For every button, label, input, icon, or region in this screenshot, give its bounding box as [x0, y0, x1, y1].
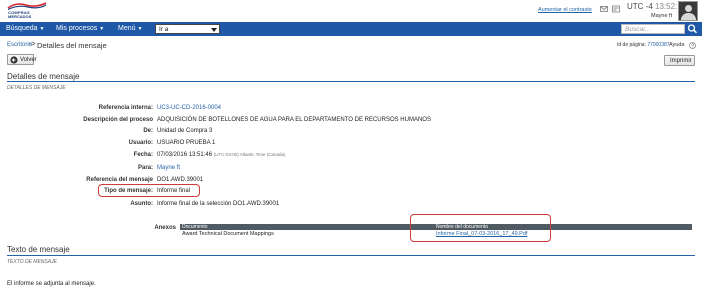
- details-section-subtitle: DETALLES DE MENSAJE: [7, 85, 66, 91]
- avatar-head-shape: [685, 5, 692, 12]
- nav-item-label: Mis procesos: [56, 25, 98, 32]
- date-value: 07/03/2016 13:51:46: [157, 152, 213, 158]
- details-section-title: Detalles de mensaje: [7, 72, 80, 81]
- mail-icon[interactable]: [600, 6, 608, 12]
- attachments-label: Anexos: [154, 225, 176, 231]
- top-header: COMPRAS MERCADOS Aumentar el contraste U…: [0, 0, 702, 22]
- svg-text:?: ?: [691, 43, 694, 49]
- nav-busqueda[interactable]: Búsqueda ▼: [6, 25, 44, 32]
- field-label-date: Fecha:: [133, 152, 153, 158]
- details-divider: [7, 81, 695, 82]
- date-timezone-note: (UTC-04:00) Atlantic Time (Canada): [213, 152, 286, 157]
- search-icon: [687, 24, 698, 34]
- contrast-link[interactable]: Aumentar el contraste: [538, 7, 592, 13]
- field-label-message-ref: Referencia del mensaje: [86, 177, 153, 183]
- field-label-to: Para:: [137, 165, 153, 171]
- field-value-from: Unidad de Compra 3: [157, 128, 213, 134]
- avatar[interactable]: [678, 1, 698, 21]
- print-button[interactable]: Imprimir: [664, 55, 695, 66]
- back-button[interactable]: Volver: [7, 54, 37, 65]
- field-value-date: 07/03/2016 13:51:46 (UTC-04:00) Atlantic…: [157, 152, 286, 158]
- field-value-user: USUARIO PRUEBA 1: [157, 140, 216, 146]
- highlight-message-type: [98, 184, 200, 197]
- logo-subtext: MERCADOS: [8, 14, 32, 19]
- notification-icon[interactable]: [612, 5, 620, 13]
- nav-mis-procesos[interactable]: Mis procesos ▼: [56, 25, 104, 32]
- nav-menu[interactable]: Menú ▼: [118, 25, 142, 32]
- attachment-document: Award Technical Document Mappings: [182, 231, 274, 237]
- field-value-subject: Informe final de la selección DO1.AWD.39…: [157, 201, 280, 207]
- field-label-user: Usuario:: [128, 140, 153, 146]
- message-body: El informe se adjunta al mensaje.: [7, 281, 96, 287]
- message-divider: [7, 255, 695, 256]
- goto-value: Ir a: [159, 26, 169, 33]
- avatar-body-shape: [681, 13, 696, 20]
- nav-item-label: Búsqueda: [6, 25, 38, 32]
- message-section-title: Texto de mensaje: [7, 245, 70, 254]
- print-button-label: Imprimir: [670, 58, 692, 64]
- field-value-internal-ref[interactable]: UC3-UC-CD-2016-0004: [157, 105, 221, 111]
- help-link[interactable]: Ayuda: [669, 42, 685, 48]
- message-section-subtitle: TEXTO DE MENSAJE: [7, 259, 57, 265]
- chevron-down-icon: ▼: [39, 26, 45, 32]
- logo-mark-icon: [7, 2, 47, 10]
- timezone-label: UTC -4: [627, 2, 653, 11]
- field-value-message-ref: DO1.AWD.39001: [157, 177, 204, 183]
- field-value-to[interactable]: Mayne ft: [157, 165, 180, 171]
- logo[interactable]: COMPRAS MERCADOS: [6, 2, 48, 19]
- user-name[interactable]: Mayne ft: [651, 13, 672, 19]
- field-label-subject: Asunto:: [130, 201, 153, 207]
- attachments-header-document: Documento: [182, 224, 208, 230]
- page-title: Detalles del mensaje: [37, 41, 107, 50]
- search-placeholder: Buscar...: [625, 26, 651, 33]
- page-id-value[interactable]: 77000387: [647, 42, 669, 48]
- arrow-left-icon: [10, 56, 18, 64]
- highlight-attachment-name: [410, 214, 551, 242]
- dropdown-arrow-icon: [211, 28, 217, 32]
- breadcrumb-separator: ->: [29, 41, 36, 48]
- chevron-down-icon: ▼: [99, 26, 105, 32]
- help-icon[interactable]: ?: [689, 42, 696, 49]
- main-nav: Búsqueda ▼ Mis procesos ▼ Menú ▼ Ir a Busca…: [0, 22, 702, 36]
- page-id-label: Id de página:: [617, 42, 646, 48]
- field-label-internal-ref: Referencia interna:: [98, 105, 153, 111]
- page-id: Id de página: 77000387: [617, 42, 670, 48]
- nav-item-label: Menú: [118, 25, 136, 32]
- chevron-down-icon: ▼: [137, 26, 143, 32]
- search-input[interactable]: Buscar...: [621, 24, 685, 34]
- goto-select[interactable]: Ir a: [155, 24, 220, 34]
- field-label-from: De:: [143, 128, 153, 134]
- field-label-process-description: Descripción del proceso: [83, 117, 153, 123]
- search-button[interactable]: [686, 23, 699, 35]
- field-value-process-description: ADQUISICIÓN DE BOTELLONES DE AGUA PARA E…: [157, 117, 431, 123]
- back-button-label: Volver: [20, 57, 37, 63]
